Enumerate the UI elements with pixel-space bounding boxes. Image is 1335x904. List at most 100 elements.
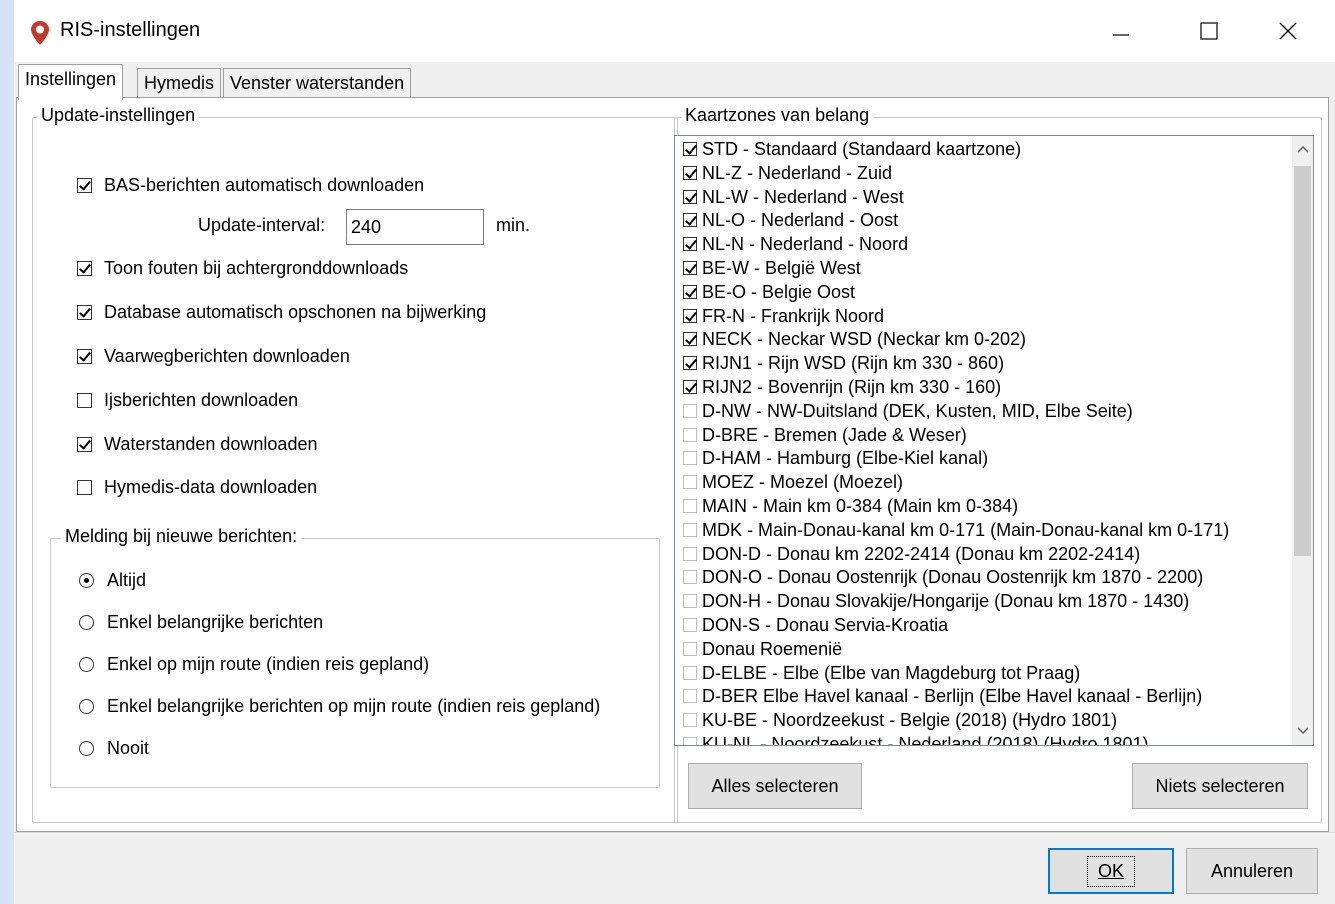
tab-hymedis[interactable]: Hymedis xyxy=(137,68,222,98)
notification-group-label: Melding bij nieuwe berichten: xyxy=(61,526,302,547)
radio-never[interactable]: Nooit xyxy=(79,738,149,759)
zone-list-item[interactable]: NL-O - Nederland - Oost xyxy=(683,208,898,232)
zone-checkbox[interactable] xyxy=(683,166,697,180)
option-ice-messages[interactable]: Ijsberichten downloaden xyxy=(77,390,298,411)
option-show-errors[interactable]: Toon fouten bij achtergronddownloads xyxy=(77,258,408,279)
scroll-thumb[interactable] xyxy=(1294,166,1311,556)
radio-button[interactable] xyxy=(79,741,94,756)
zone-checkbox[interactable] xyxy=(683,570,697,584)
zone-list-item[interactable]: D-BRE - Bremen (Jade & Weser) xyxy=(683,423,967,447)
zone-list-item[interactable]: NL-Z - Nederland - Zuid xyxy=(683,161,892,185)
select-none-button[interactable]: Niets selecteren xyxy=(1132,763,1308,809)
radio-button[interactable] xyxy=(79,699,94,714)
zone-checkbox[interactable] xyxy=(683,618,697,632)
zone-label: DON-O - Donau Oostenrijk (Donau Oostenri… xyxy=(702,566,1204,587)
zone-list-item[interactable]: KU-NL - Noordzeekust - Nederland (2018) … xyxy=(683,732,1149,745)
option-water-levels[interactable]: Waterstanden downloaden xyxy=(77,434,317,455)
scroll-up-icon[interactable] xyxy=(1292,138,1313,160)
zone-checkbox[interactable] xyxy=(683,547,697,561)
zone-list-item[interactable]: BE-O - Belgie Oost xyxy=(683,280,855,304)
zone-list-item[interactable]: DON-S - Donau Servia-Kroatia xyxy=(683,613,948,637)
zone-checkbox[interactable] xyxy=(683,380,697,394)
checkbox-box[interactable] xyxy=(77,305,92,320)
option-hymedis-data[interactable]: Hymedis-data downloaden xyxy=(77,477,317,498)
zone-checkbox[interactable] xyxy=(683,451,697,465)
radio-always[interactable]: Altijd xyxy=(79,570,146,591)
ok-button[interactable]: OK xyxy=(1048,848,1174,894)
zone-list-item[interactable]: RIJN1 - Rijn WSD (Rijn km 330 - 860) xyxy=(683,351,1004,375)
radio-button[interactable] xyxy=(79,573,94,588)
close-button[interactable] xyxy=(1265,12,1311,50)
radio-my-route[interactable]: Enkel op mijn route (indien reis gepland… xyxy=(79,654,429,675)
minimize-button[interactable] xyxy=(1098,12,1144,50)
maximize-button[interactable] xyxy=(1186,12,1232,50)
scroll-down-icon[interactable] xyxy=(1292,720,1313,742)
zone-checkbox[interactable] xyxy=(683,142,697,156)
title-bar[interactable]: RIS-instellingen xyxy=(14,0,1335,62)
zone-list-item[interactable]: D-HAM - Hamburg (Elbe-Kiel kanal) xyxy=(683,446,988,470)
tab-venster-waterstanden[interactable]: Venster waterstanden xyxy=(223,68,412,98)
zone-label: DON-H - Donau Slovakije/Hongarije (Donau… xyxy=(702,590,1190,611)
select-all-button[interactable]: Alles selecteren xyxy=(688,763,862,809)
zone-list-item[interactable]: MAIN - Main km 0-384 (Main km 0-384) xyxy=(683,494,1018,518)
zone-list-item[interactable]: Donau Roemenië xyxy=(683,637,842,661)
cancel-button[interactable]: Annuleren xyxy=(1186,848,1318,894)
option-waterway-messages[interactable]: Vaarwegberichten downloaden xyxy=(77,346,350,367)
radio-important-on-route[interactable]: Enkel belangrijke berichten op mijn rout… xyxy=(79,696,600,717)
zone-checkbox[interactable] xyxy=(683,475,697,489)
zone-checkbox[interactable] xyxy=(683,356,697,370)
checkbox-box[interactable] xyxy=(77,261,92,276)
zone-checkbox[interactable] xyxy=(683,523,697,537)
zone-checkbox[interactable] xyxy=(683,713,697,727)
radio-button[interactable] xyxy=(79,615,94,630)
checkbox-box[interactable] xyxy=(77,393,92,408)
maximize-icon xyxy=(1200,22,1218,40)
zone-list-item[interactable]: KU-BE - Noordzeekust - Belgie (2018) (Hy… xyxy=(683,708,1117,732)
interval-input[interactable] xyxy=(346,209,484,245)
zone-checkbox[interactable] xyxy=(683,666,697,680)
zone-list-item[interactable]: NECK - Neckar WSD (Neckar km 0-202) xyxy=(683,327,1026,351)
zone-list-item[interactable]: NL-W - Nederland - West xyxy=(683,185,904,209)
zone-list-item[interactable]: DON-D - Donau km 2202-2414 (Donau km 220… xyxy=(683,542,1140,566)
radio-label: Enkel op mijn route (indien reis gepland… xyxy=(107,654,430,674)
zone-checkbox[interactable] xyxy=(683,237,697,251)
zone-list-item[interactable]: STD - Standaard (Standaard kaartzone) xyxy=(683,137,1021,161)
zone-checkbox[interactable] xyxy=(683,285,697,299)
checkbox-box[interactable] xyxy=(77,480,92,495)
zone-list-item[interactable]: MOEZ - Moezel (Moezel) xyxy=(683,470,903,494)
checkbox-box[interactable] xyxy=(77,437,92,452)
zone-checkbox[interactable] xyxy=(683,499,697,513)
zone-list-item[interactable]: FR-N - Frankrijk Noord xyxy=(683,304,884,328)
zone-checkbox[interactable] xyxy=(683,404,697,418)
zone-checkbox[interactable] xyxy=(683,737,697,745)
zone-list-item[interactable]: MDK - Main-Donau-kanal km 0-171 (Main-Do… xyxy=(683,518,1229,542)
zone-list-item[interactable]: NL-N - Nederland - Noord xyxy=(683,232,908,256)
zone-checkbox[interactable] xyxy=(683,213,697,227)
zone-checkbox[interactable] xyxy=(683,332,697,346)
vertical-scrollbar[interactable] xyxy=(1292,136,1313,745)
checkbox-label: BAS-berichten automatisch downloaden xyxy=(104,175,425,195)
zone-checkbox[interactable] xyxy=(683,261,697,275)
radio-button[interactable] xyxy=(79,657,94,672)
option-auto-cleanup[interactable]: Database automatisch opschonen na bijwer… xyxy=(77,302,486,323)
bas-download-checkbox[interactable]: BAS-berichten automatisch downloaden xyxy=(77,175,424,196)
zone-checkbox[interactable] xyxy=(683,428,697,442)
zone-list-item[interactable]: DON-O - Donau Oostenrijk (Donau Oostenri… xyxy=(683,565,1203,589)
zone-list-item[interactable]: D-NW - NW-Duitsland (DEK, Kusten, MID, E… xyxy=(683,399,1133,423)
checkbox-label: Database automatisch opschonen na bijwer… xyxy=(104,302,487,322)
zone-checkbox[interactable] xyxy=(683,642,697,656)
zone-list-item[interactable]: RIJN2 - Bovenrijn (Rijn km 330 - 160) xyxy=(683,375,1001,399)
zone-checkbox[interactable] xyxy=(683,309,697,323)
map-zones-list[interactable]: STD - Standaard (Standaard kaartzone) NL-… xyxy=(674,135,1314,746)
checkbox-box[interactable] xyxy=(77,349,92,364)
zone-checkbox[interactable] xyxy=(683,689,697,703)
zone-list-item[interactable]: DON-H - Donau Slovakije/Hongarije (Donau… xyxy=(683,589,1189,613)
zone-list-item[interactable]: BE-W - België West xyxy=(683,256,861,280)
tab-instellingen[interactable]: Instellingen xyxy=(18,64,124,100)
zone-list-item[interactable]: D-ELBE - Elbe (Elbe van Magdeburg tot Pr… xyxy=(683,661,1080,685)
radio-important-only[interactable]: Enkel belangrijke berichten xyxy=(79,612,323,633)
zone-checkbox[interactable] xyxy=(683,190,697,204)
zone-checkbox[interactable] xyxy=(683,594,697,608)
zone-list-item[interactable]: D-BER Elbe Havel kanaal - Berlijn (Elbe … xyxy=(683,684,1202,708)
checkbox-box[interactable] xyxy=(77,178,92,193)
